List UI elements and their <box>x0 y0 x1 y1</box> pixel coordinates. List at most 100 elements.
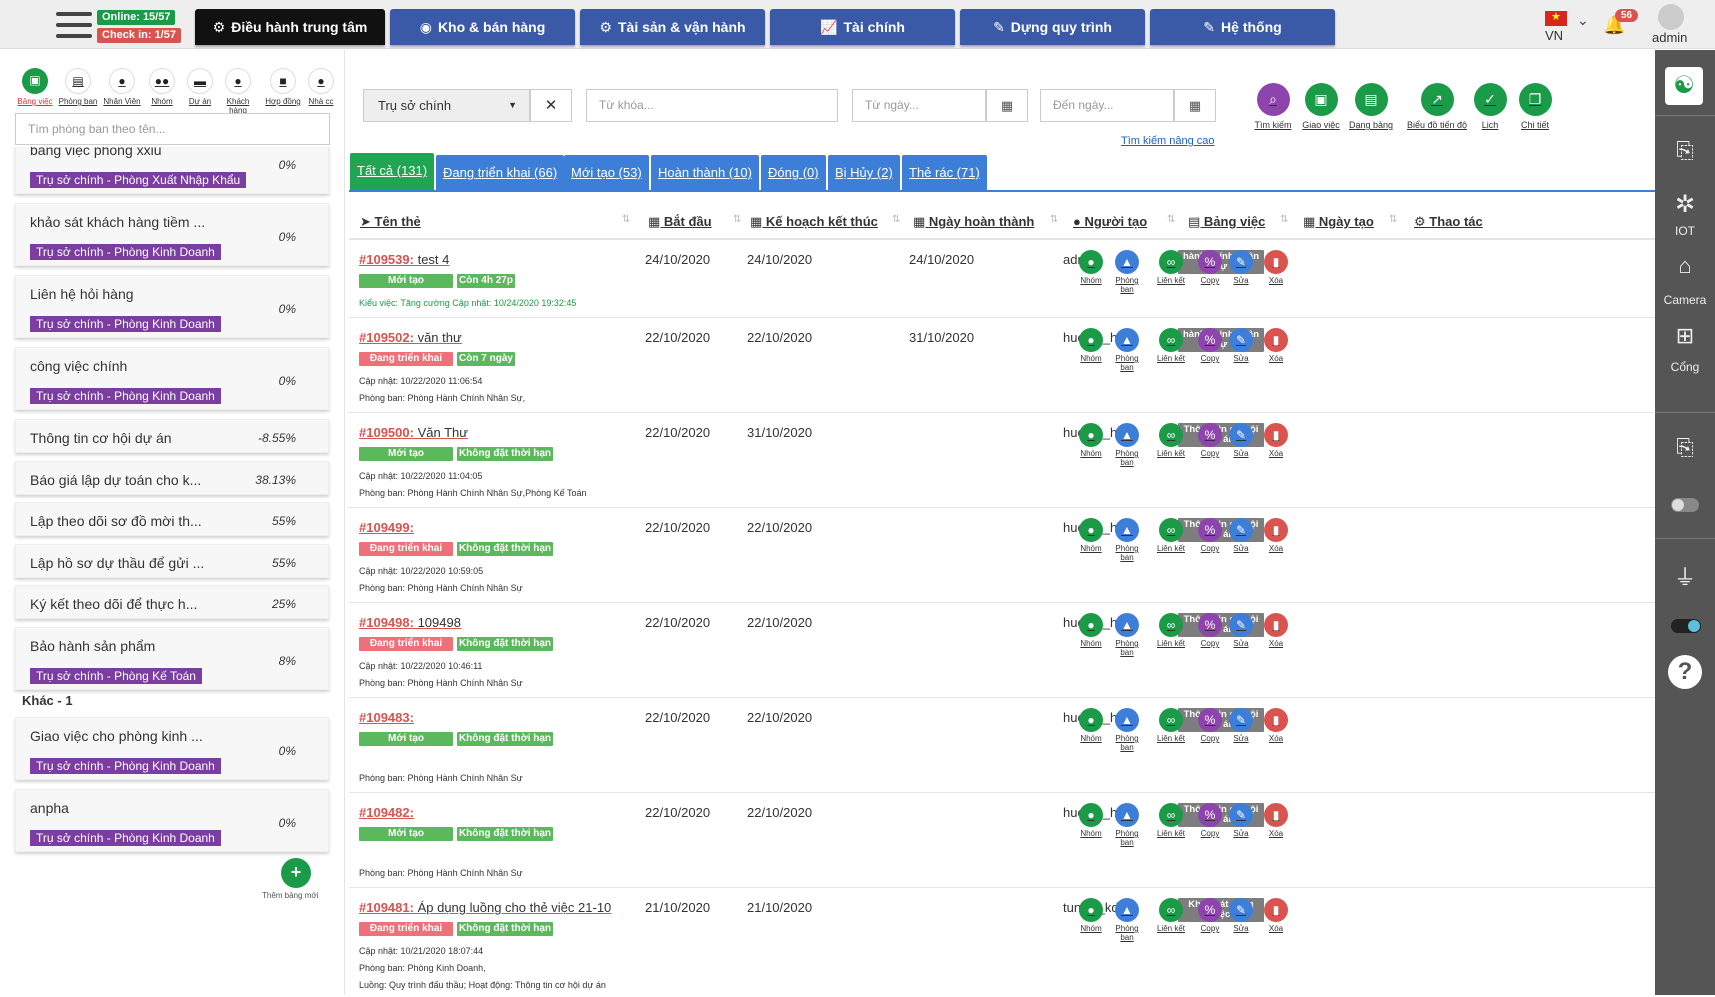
table-row[interactable]: #109500: Văn Thư Mới tạo Không đặt thời hạ… <box>349 412 1655 507</box>
tab-all[interactable]: Tất cả (131) <box>350 153 435 191</box>
edit-button[interactable]: ✎ Sửa <box>1223 328 1259 363</box>
edit-button[interactable]: ✎ Sửa <box>1223 708 1259 743</box>
board-card[interactable]: Liên hệ hỏi hàng 0% Trụ sở chính - Phòng K… <box>15 275 329 338</box>
delete-button[interactable]: ▮ Xóa <box>1258 613 1294 648</box>
nav-khach-hang[interactable]: ● Khách hàng <box>218 68 258 115</box>
plug-icon[interactable]: ⏚ <box>1655 560 1715 592</box>
vn-flag-icon[interactable] <box>1545 10 1567 26</box>
edit-button[interactable]: ✎ Sửa <box>1223 613 1259 648</box>
col-plan-end[interactable]: ▦ Kế hoạch kết thúc <box>750 214 878 230</box>
detail-view-button[interactable]: ❐ Chi tiết <box>1507 83 1563 130</box>
table-row[interactable]: #109482: Mới tạo Không đặt thời hạn Phòng … <box>349 792 1655 887</box>
department-button[interactable]: ▲ Phòng ban <box>1109 803 1145 847</box>
link-button[interactable]: ∞ Liên kết <box>1153 518 1189 553</box>
board-card[interactable]: công việc chính 0% Trụ sở chính - Phòng Ki… <box>15 347 329 410</box>
branch-select[interactable]: Trụ sở chính ▼ <box>363 89 530 122</box>
col-done-date[interactable]: ▦ Ngày hoàn thành <box>913 214 1034 230</box>
card-id-link[interactable]: #109481: Áp dụng luồng cho thẻ việc 21-1… <box>359 900 611 915</box>
assign-button[interactable]: ▣ Giao việc <box>1293 83 1349 130</box>
department-button[interactable]: ▲ Phòng ban <box>1109 613 1145 657</box>
delete-button[interactable]: ▮ Xóa <box>1258 708 1294 743</box>
link-button[interactable]: ∞ Liên kết <box>1153 708 1189 743</box>
card-id-link[interactable]: #109482: <box>359 805 414 820</box>
card-id-link[interactable]: #109499: <box>359 520 414 535</box>
group-button[interactable]: ● Nhóm <box>1073 803 1109 838</box>
add-board-button[interactable]: + <box>281 858 311 888</box>
table-row[interactable]: #109539: test 4 Mới tạo Còn 4h 27p Kiểu việ… <box>349 239 1655 317</box>
edit-button[interactable]: ✎ Sửa <box>1223 423 1259 458</box>
board-card[interactable]: Lập theo dõi sơ đồ mời th... 55% <box>15 502 329 536</box>
board-card[interactable]: anpha 0% Trụ sở chính - Phòng Kinh Doanh <box>15 789 329 852</box>
tab-done[interactable]: Hoàn thành (10) <box>651 155 759 191</box>
tab-trash[interactable]: Thẻ rác (71) <box>902 155 987 191</box>
tab-dung-quy-trinh[interactable]: ✎ Dựng quy trình <box>960 9 1145 45</box>
nav-bang-viec[interactable]: ▣ Bảng việc <box>15 68 55 106</box>
delete-button[interactable]: ▮ Xóa <box>1258 803 1294 838</box>
avatar[interactable] <box>1658 4 1684 30</box>
table-row[interactable]: #109499: Đang triển khai Không đặt thời h… <box>349 507 1655 602</box>
delete-button[interactable]: ▮ Xóa <box>1258 250 1294 285</box>
group-button[interactable]: ● Nhóm <box>1073 613 1109 648</box>
table-row[interactable]: #109483: Mới tạo Không đặt thời hạn Phòng … <box>349 697 1655 792</box>
link-button[interactable]: ∞ Liên kết <box>1153 613 1189 648</box>
menu-icon[interactable] <box>56 12 92 42</box>
group-button[interactable]: ● Nhóm <box>1073 423 1109 458</box>
col-board[interactable]: ▤ Bảng việc <box>1188 214 1265 230</box>
clear-branch-button[interactable]: ✕ <box>530 89 572 122</box>
nav-du-an[interactable]: ▬ Dự án <box>180 68 220 106</box>
tab-cancelled[interactable]: Bị Hủy (2) <box>828 155 900 191</box>
tab-new[interactable]: Mới tạo (53) <box>564 155 649 191</box>
board-card[interactable]: Thông tin cơ hội dự án -8.55% <box>15 419 329 453</box>
table-row[interactable]: #109498: 109498 Đang triển khai Không đặt … <box>349 602 1655 697</box>
card-id-link[interactable]: #109500: Văn Thư <box>359 425 468 440</box>
tab-in-progress[interactable]: Đang triển khai (66) <box>436 155 565 191</box>
help-icon[interactable]: ? <box>1668 655 1702 689</box>
tab-closed[interactable]: Đóng (0) <box>761 155 826 191</box>
tab-dieu-hanh[interactable]: ⚙ Điều hành trung tâm <box>195 9 385 45</box>
board-card[interactable]: Báo giá lập dự toán cho k... 38.13% <box>15 461 329 495</box>
department-search-input[interactable]: Tìm phòng ban theo tên... <box>15 113 330 145</box>
sort-icon[interactable]: ⇅ <box>1050 214 1058 225</box>
group-button[interactable]: ● Nhóm <box>1073 518 1109 553</box>
gate-icon[interactable]: ⊞ <box>1655 323 1715 349</box>
nav-hop-dong[interactable]: ■ Hợp đồng <box>263 68 303 106</box>
advanced-search-link[interactable]: Tìm kiếm nâng cao <box>1121 135 1215 147</box>
edit-button[interactable]: ✎ Sửa <box>1223 898 1259 933</box>
department-button[interactable]: ▲ Phòng ban <box>1109 518 1145 562</box>
progress-chart-button[interactable]: ↗ Biểu đồ tiến độ <box>1403 83 1471 130</box>
edit-button[interactable]: ✎ Sửa <box>1223 803 1259 838</box>
link-button[interactable]: ∞ Liên kết <box>1153 898 1189 933</box>
video-call-icon[interactable]: ⎘ <box>1655 435 1715 461</box>
video-chat-icon[interactable]: ⎘ <box>1655 138 1715 164</box>
department-button[interactable]: ▲ Phòng ban <box>1109 328 1145 372</box>
sort-icon[interactable]: ⇅ <box>1389 214 1397 225</box>
toggle-on[interactable] <box>1671 619 1701 633</box>
card-id-link[interactable]: #109539: test 4 <box>359 252 449 267</box>
department-button[interactable]: ▲ Phòng ban <box>1109 898 1145 942</box>
board-card[interactable]: Bảo hành sản phẩm 8% Trụ sở chính - Phòng … <box>15 627 329 690</box>
table-view-button[interactable]: ▤ Dạng bảng <box>1343 83 1399 130</box>
nav-nha-cc[interactable]: ● Nhà cc <box>304 68 338 106</box>
calendar-icon[interactable]: ▦ <box>1174 89 1216 122</box>
table-row[interactable]: #109502: văn thư Đang triển khai Còn 7 ngà… <box>349 317 1655 412</box>
sort-icon[interactable]: ⇅ <box>1167 214 1175 225</box>
board-card[interactable]: khảo sát khách hàng tiềm ... 0% Trụ sở chí… <box>15 203 329 266</box>
department-button[interactable]: ▲ Phòng ban <box>1109 708 1145 752</box>
link-button[interactable]: ∞ Liên kết <box>1153 250 1189 285</box>
card-id-link[interactable]: #109483: <box>359 710 414 725</box>
delete-button[interactable]: ▮ Xóa <box>1258 423 1294 458</box>
logo-icon[interactable]: ☯ <box>1665 67 1703 105</box>
sort-icon[interactable]: ⇅ <box>892 214 900 225</box>
department-button[interactable]: ▲ Phòng ban <box>1109 423 1145 467</box>
calendar-icon[interactable]: ▦ <box>986 89 1028 122</box>
group-button[interactable]: ● Nhóm <box>1073 708 1109 743</box>
camera-icon[interactable]: ⌂ <box>1655 253 1715 279</box>
group-button[interactable]: ● Nhóm <box>1073 250 1109 285</box>
link-button[interactable]: ∞ Liên kết <box>1153 423 1189 458</box>
board-card[interactable]: bảng việc phòng xxiu 0% Trụ sở chính - Phò… <box>15 147 329 194</box>
col-name[interactable]: ➤ Tên thẻ <box>360 214 421 230</box>
sort-icon[interactable]: ⇅ <box>622 214 630 225</box>
link-button[interactable]: ∞ Liên kết <box>1153 803 1189 838</box>
chevron-down-icon[interactable]: ⌄ <box>1577 12 1589 29</box>
keyword-input[interactable]: Từ khóa... <box>586 89 838 122</box>
